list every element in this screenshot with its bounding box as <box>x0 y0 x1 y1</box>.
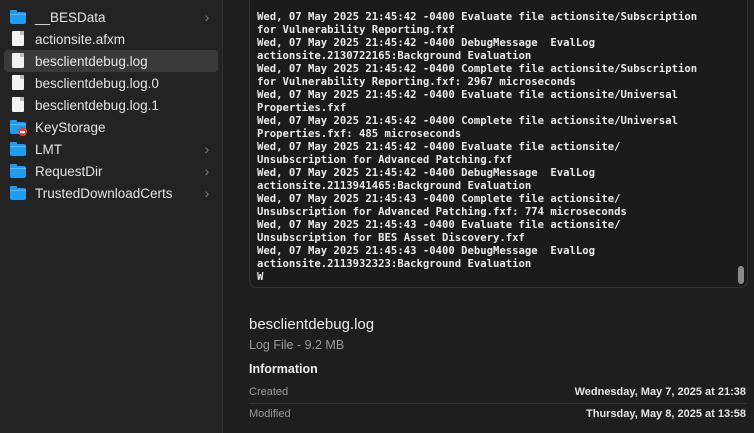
sidebar-item-label: besclientdebug.log <box>35 53 148 69</box>
log-line: Wed, 07 May 2025 21:45:42 -0400 DebugMes… <box>257 37 596 49</box>
log-line: Properties.fxf <box>257 102 347 114</box>
log-line: Wed, 07 May 2025 21:45:42 -0400 Evaluate… <box>257 141 621 153</box>
log-line: W <box>257 271 264 283</box>
log-line: Wed, 07 May 2025 21:45:43 -0400 DebugMes… <box>257 245 596 257</box>
sidebar-item-requestdir[interactable]: RequestDir › <box>4 160 218 182</box>
folder-icon <box>10 9 26 25</box>
log-line: Wed, 07 May 2025 21:45:43 -0400 Complete… <box>257 193 621 205</box>
log-line: actionsite.2113932323:Background Evaluat… <box>257 258 532 270</box>
log-line: Unsubscription for Advanced Patching.fxf… <box>257 206 627 218</box>
log-line: Wed, 07 May 2025 21:45:42 -0400 Evaluate… <box>257 11 698 23</box>
log-preview[interactable]: Wed, 07 May 2025 21:45:42 -0400 Evaluate… <box>249 0 748 288</box>
file-name: besclientdebug.log <box>249 316 375 333</box>
sidebar-item-label: __BESData <box>35 9 106 25</box>
chevron-right-icon[interactable]: › <box>200 9 214 25</box>
sidebar-item-label: RequestDir <box>35 163 103 179</box>
sidebar-item-label: TrustedDownloadCerts <box>35 185 173 201</box>
preview-scrollbar[interactable] <box>738 266 744 284</box>
sidebar-item-besclientdebug-log[interactable]: besclientdebug.log <box>4 50 218 72</box>
log-line: for Vulnerability Reporting.fxf: 2967 mi… <box>257 76 576 88</box>
document-icon <box>10 53 26 69</box>
folder-icon <box>10 185 26 201</box>
log-line: Wed, 07 May 2025 21:45:42 -0400 Evaluate… <box>257 89 678 101</box>
document-icon <box>10 31 26 47</box>
sidebar-item-keystorage[interactable]: KeyStorage <box>4 116 218 138</box>
modified-label: Modified <box>249 408 291 420</box>
chevron-right-icon[interactable]: › <box>200 141 214 157</box>
sidebar-item-besclientdebug-log-1[interactable]: besclientdebug.log.1 <box>4 94 218 116</box>
created-label: Created <box>249 386 289 398</box>
sidebar-item-label: besclientdebug.log.1 <box>35 97 159 113</box>
file-kind-size: Log File - 9.2 MB <box>249 338 345 352</box>
sidebar-item-label: LMT <box>35 141 62 157</box>
sidebar-item-trusteddownloadcerts[interactable]: TrustedDownloadCerts › <box>4 182 218 204</box>
log-line: Unsubscription for BES Asset Discovery.f… <box>257 232 525 244</box>
sidebar-item-label: besclientdebug.log.0 <box>35 75 159 91</box>
folder-icon <box>10 141 26 157</box>
information-heading: Information <box>249 362 318 376</box>
sidebar-item-besdata[interactable]: __BESData › <box>4 6 218 28</box>
log-line: Wed, 07 May 2025 21:45:42 -0400 DebugMes… <box>257 167 596 179</box>
folder-icon <box>10 163 26 179</box>
folder-restricted-icon <box>10 119 27 136</box>
log-line: actionsite.2130722165:Background Evaluat… <box>257 50 532 62</box>
chevron-right-icon[interactable]: › <box>200 163 214 179</box>
log-line: for Vulnerability Reporting.fxf <box>257 24 455 36</box>
chevron-right-icon[interactable]: › <box>200 185 214 201</box>
sidebar-item-actionsite-afxm[interactable]: actionsite.afxm <box>4 28 218 50</box>
log-line: actionsite.2113941465:Background Evaluat… <box>257 180 532 192</box>
sidebar-item-lmt[interactable]: LMT › <box>4 138 218 160</box>
log-text[interactable]: Wed, 07 May 2025 21:45:42 -0400 Evaluate… <box>257 11 727 284</box>
sidebar-item-besclientdebug-log-0[interactable]: besclientdebug.log.0 <box>4 72 218 94</box>
created-value: Wednesday, May 7, 2025 at 21:38 <box>574 386 746 398</box>
document-icon <box>10 97 26 113</box>
created-row: Created Wednesday, May 7, 2025 at 21:38 <box>249 381 746 403</box>
log-line: Properties.fxf: 485 microseconds <box>257 128 462 140</box>
sidebar-item-label: KeyStorage <box>35 119 106 135</box>
log-line: Wed, 07 May 2025 21:45:42 -0400 Complete… <box>257 63 698 75</box>
modified-value: Thursday, May 8, 2025 at 13:58 <box>586 408 746 420</box>
log-line: Wed, 07 May 2025 21:45:42 -0400 Complete… <box>257 115 678 127</box>
log-line: Unsubscription for Advanced Patching.fxf <box>257 154 513 166</box>
sidebar: __BESData › actionsite.afxm besclientdeb… <box>0 0 223 433</box>
modified-row: Modified Thursday, May 8, 2025 at 13:58 <box>249 403 746 425</box>
log-line: Wed, 07 May 2025 21:45:43 -0400 Evaluate… <box>257 219 621 231</box>
document-icon <box>10 75 26 91</box>
sidebar-item-label: actionsite.afxm <box>35 31 126 47</box>
